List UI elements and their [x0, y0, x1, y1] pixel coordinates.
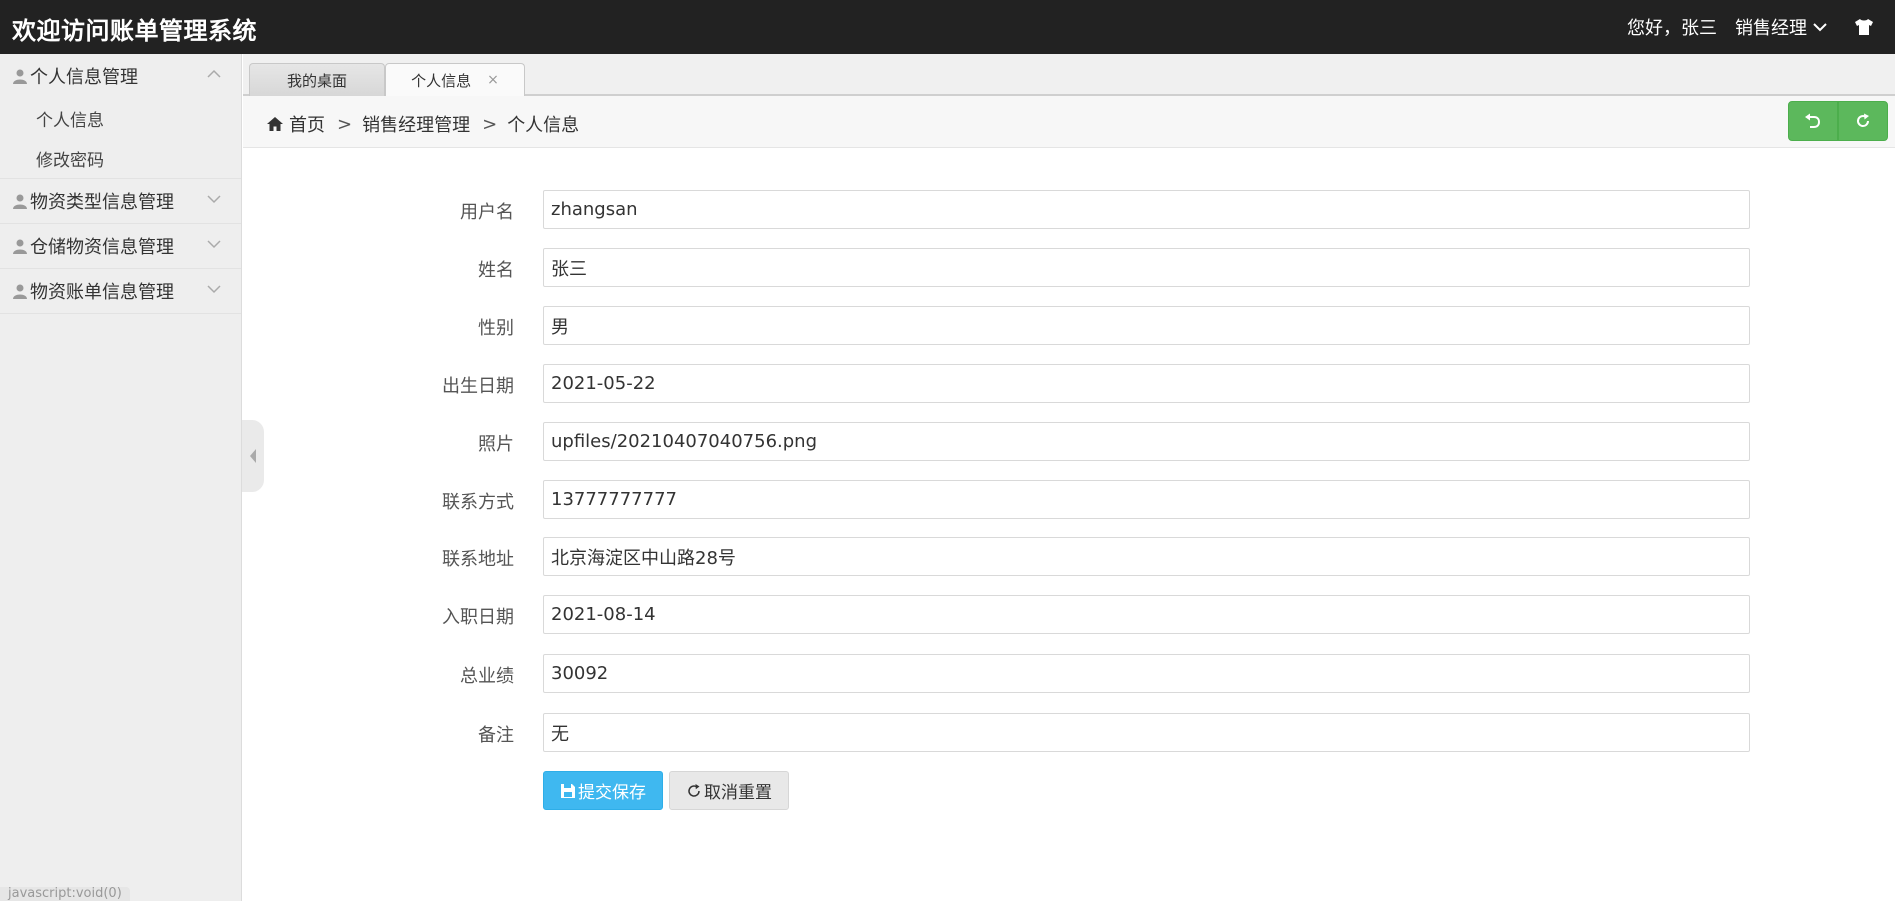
role-label: 销售经理 — [1735, 18, 1807, 39]
home-icon — [267, 117, 283, 131]
submit-label: 提交保存 — [578, 783, 646, 803]
birthdate-field[interactable] — [543, 364, 1750, 403]
photo-label: 照片 — [478, 434, 514, 455]
cancel-reset-button[interactable]: 取消重置 — [669, 771, 789, 810]
tab-label: 个人信息 — [411, 71, 472, 90]
status-bar-hint: javascript:void(0) — [0, 887, 130, 901]
sidebar-group-warehouse: 仓储物资信息管理 — [0, 224, 241, 269]
breadcrumb-home[interactable]: 首页 — [289, 111, 325, 137]
role-dropdown[interactable]: 销售经理 — [1735, 14, 1827, 40]
form-actions: 提交保存 取消重置 — [543, 771, 789, 810]
user-icon — [13, 194, 27, 209]
chevron-down-icon — [207, 285, 221, 294]
chevron-down-icon — [207, 195, 221, 204]
name-label: 姓名 — [478, 260, 514, 281]
gender-field[interactable] — [543, 306, 1750, 345]
birthdate-label: 出生日期 — [442, 376, 514, 397]
user-greeting: 您好，张三 — [1627, 18, 1717, 39]
submit-save-button[interactable]: 提交保存 — [543, 771, 663, 810]
reset-label: 取消重置 — [704, 783, 772, 803]
user-icon — [13, 284, 27, 299]
tab-personal-info[interactable]: 个人信息 × — [385, 63, 525, 96]
form-row-hire-date: 入职日期 — [243, 595, 1895, 635]
close-icon[interactable]: × — [487, 72, 499, 88]
sidebar-group-personal: 个人信息管理 个人信息 修改密码 — [0, 54, 241, 179]
chevron-up-icon — [207, 69, 221, 78]
user-icon — [13, 239, 27, 254]
phone-field[interactable] — [543, 480, 1750, 519]
top-header: 欢迎访问账单管理系统 您好，张三 销售经理 — [0, 0, 1895, 54]
username-field[interactable] — [543, 190, 1750, 229]
sidebar: 个人信息管理 个人信息 修改密码 物资类型信息管理 仓储物资信息管理 物资账单信… — [0, 54, 242, 901]
performance-field[interactable] — [543, 654, 1750, 693]
name-field[interactable] — [543, 248, 1750, 287]
chevron-down-icon — [1813, 23, 1827, 32]
breadcrumb-bar: 首页 > 销售经理管理 > 个人信息 — [243, 96, 1895, 148]
photo-field[interactable] — [543, 422, 1750, 461]
form-row-performance: 总业绩 — [243, 654, 1895, 694]
back-button[interactable] — [1788, 101, 1838, 141]
app-title: 欢迎访问账单管理系统 — [12, 17, 257, 45]
chevron-down-icon — [207, 240, 221, 249]
breadcrumb-level1[interactable]: 销售经理管理 — [362, 111, 470, 137]
sidebar-group-material-type: 物资类型信息管理 — [0, 179, 241, 224]
username-label: 用户名 — [460, 202, 514, 223]
sidebar-group-label: 物资账单信息管理 — [30, 282, 174, 303]
sidebar-group-label: 物资类型信息管理 — [30, 192, 174, 213]
user-icon — [13, 69, 27, 84]
refresh-icon — [1857, 113, 1870, 127]
sidebar-group-bills-header[interactable]: 物资账单信息管理 — [0, 269, 241, 313]
hire-date-field[interactable] — [543, 595, 1750, 634]
sidebar-group-bills: 物资账单信息管理 — [0, 269, 241, 314]
address-label: 联系地址 — [442, 549, 514, 570]
gender-label: 性别 — [478, 318, 514, 339]
form-row-birthdate: 出生日期 — [243, 364, 1895, 404]
save-icon — [561, 783, 575, 798]
tab-bar: 我的桌面 个人信息 × — [243, 54, 1895, 96]
sidebar-item-change-password[interactable]: 修改密码 — [0, 138, 241, 178]
breadcrumb-separator: > — [337, 113, 353, 135]
form-row-name: 姓名 — [243, 248, 1895, 288]
phone-label: 联系方式 — [442, 492, 514, 513]
undo-icon — [1805, 113, 1821, 128]
tab-label: 我的桌面 — [286, 71, 347, 90]
tshirt-icon[interactable] — [1853, 16, 1875, 38]
form-row-phone: 联系方式 — [243, 480, 1895, 520]
breadcrumb-separator: > — [482, 113, 498, 135]
sidebar-group-label: 仓储物资信息管理 — [30, 237, 174, 258]
sidebar-group-personal-header[interactable]: 个人信息管理 — [0, 54, 241, 98]
breadcrumb: 首页 > 销售经理管理 > 个人信息 — [267, 111, 579, 137]
tab-my-desktop[interactable]: 我的桌面 — [249, 63, 385, 96]
performance-label: 总业绩 — [460, 666, 514, 687]
hire-date-label: 入职日期 — [442, 607, 514, 628]
refresh-icon — [688, 783, 700, 797]
sidebar-group-warehouse-header[interactable]: 仓储物资信息管理 — [0, 224, 241, 268]
form-row-remark: 备注 — [243, 713, 1895, 753]
remark-label: 备注 — [478, 725, 514, 746]
form-row-username: 用户名 — [243, 190, 1895, 230]
remark-field[interactable] — [543, 713, 1750, 752]
sidebar-group-label: 个人信息管理 — [30, 67, 138, 88]
sidebar-item-personal-info[interactable]: 个人信息 — [0, 98, 241, 138]
refresh-button[interactable] — [1838, 101, 1888, 141]
sidebar-group-material-type-header[interactable]: 物资类型信息管理 — [0, 179, 241, 223]
form-row-gender: 性别 — [243, 306, 1895, 346]
address-field[interactable] — [543, 537, 1750, 576]
user-area: 您好，张三 销售经理 — [1627, 0, 1895, 54]
breadcrumb-current: 个人信息 — [507, 115, 580, 136]
form-row-photo: 照片 — [243, 422, 1895, 462]
form-row-address: 联系地址 — [243, 537, 1895, 577]
